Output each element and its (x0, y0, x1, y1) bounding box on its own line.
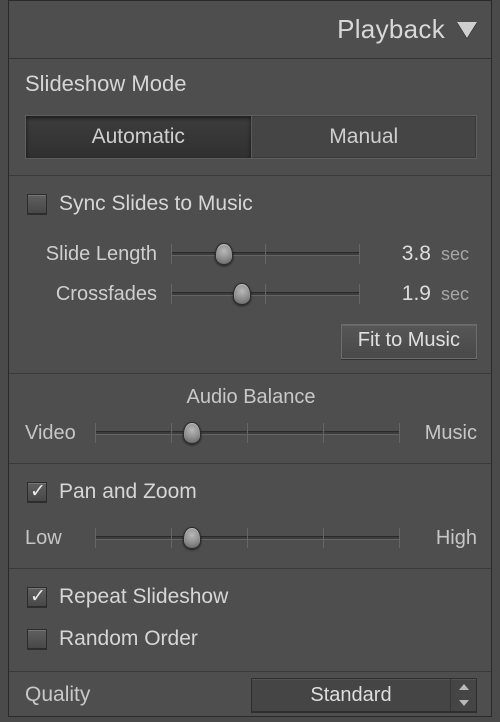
mode-automatic-button[interactable]: Automatic (26, 116, 252, 158)
quality-select[interactable]: Standard (251, 678, 477, 712)
chevron-up-icon (459, 684, 469, 690)
crossfades-value: 1.9 (365, 282, 435, 306)
quality-stepper[interactable] (450, 679, 476, 711)
timing-section: Sync Slides to Music Slide Length 3.8 se… (9, 176, 491, 464)
crossfades-slider[interactable] (171, 280, 359, 308)
panel-header[interactable]: Playback (9, 1, 491, 59)
quality-label: Quality (25, 683, 90, 707)
random-order-checkbox[interactable] (27, 629, 47, 649)
audio-balance-heading: Audio Balance (25, 386, 477, 409)
pan-zoom-section: Pan and Zoom Low High (9, 464, 491, 569)
repeat-section: Repeat Slideshow Random Order (9, 569, 491, 672)
random-order-label: Random Order (59, 627, 198, 651)
repeat-slideshow-label: Repeat Slideshow (59, 585, 228, 609)
crossfades-row: Crossfades 1.9 sec (25, 274, 477, 314)
slideshow-mode-heading: Slideshow Mode (25, 71, 477, 97)
chevron-down-icon (459, 700, 469, 706)
slide-length-unit: sec (441, 244, 477, 265)
mode-manual-button[interactable]: Manual (252, 116, 477, 158)
slideshow-mode-segmented: Automatic Manual (25, 115, 477, 159)
sync-slides-checkbox[interactable] (27, 194, 47, 214)
quality-value: Standard (252, 682, 450, 709)
pan-zoom-checkbox[interactable] (27, 482, 47, 502)
disclosure-triangle-icon[interactable] (457, 22, 477, 38)
audio-balance-slider[interactable] (95, 419, 399, 447)
slide-length-thumb[interactable] (215, 243, 233, 265)
audio-balance-thumb[interactable] (183, 422, 201, 444)
pan-zoom-low-label: Low (25, 527, 87, 550)
slide-length-label: Slide Length (25, 243, 165, 266)
crossfades-unit: sec (441, 284, 477, 305)
pan-zoom-slider[interactable] (95, 524, 399, 552)
panel-title: Playback (337, 14, 445, 45)
audio-balance-left-label: Video (25, 422, 87, 445)
sync-slides-label: Sync Slides to Music (59, 192, 253, 216)
crossfades-thumb[interactable] (233, 283, 251, 305)
quality-row: Quality Standard (9, 672, 491, 722)
fit-to-music-button[interactable]: Fit to Music (341, 324, 477, 359)
sync-slides-row: Sync Slides to Music (25, 188, 477, 220)
pan-zoom-label: Pan and Zoom (59, 480, 197, 504)
crossfades-label: Crossfades (25, 283, 165, 306)
audio-balance-right-label: Music (407, 422, 477, 445)
slideshow-mode-section: Slideshow Mode Automatic Manual (9, 59, 491, 176)
slide-length-row: Slide Length 3.8 sec (25, 234, 477, 274)
repeat-slideshow-checkbox[interactable] (27, 587, 47, 607)
audio-balance-row: Video Music (25, 419, 477, 447)
pan-zoom-thumb[interactable] (183, 527, 201, 549)
slide-length-slider[interactable] (171, 240, 359, 268)
pan-zoom-slider-row: Low High (25, 524, 477, 552)
playback-panel: Playback Slideshow Mode Automatic Manual… (8, 0, 492, 717)
slide-length-value: 3.8 (365, 242, 435, 266)
pan-zoom-high-label: High (407, 527, 477, 550)
